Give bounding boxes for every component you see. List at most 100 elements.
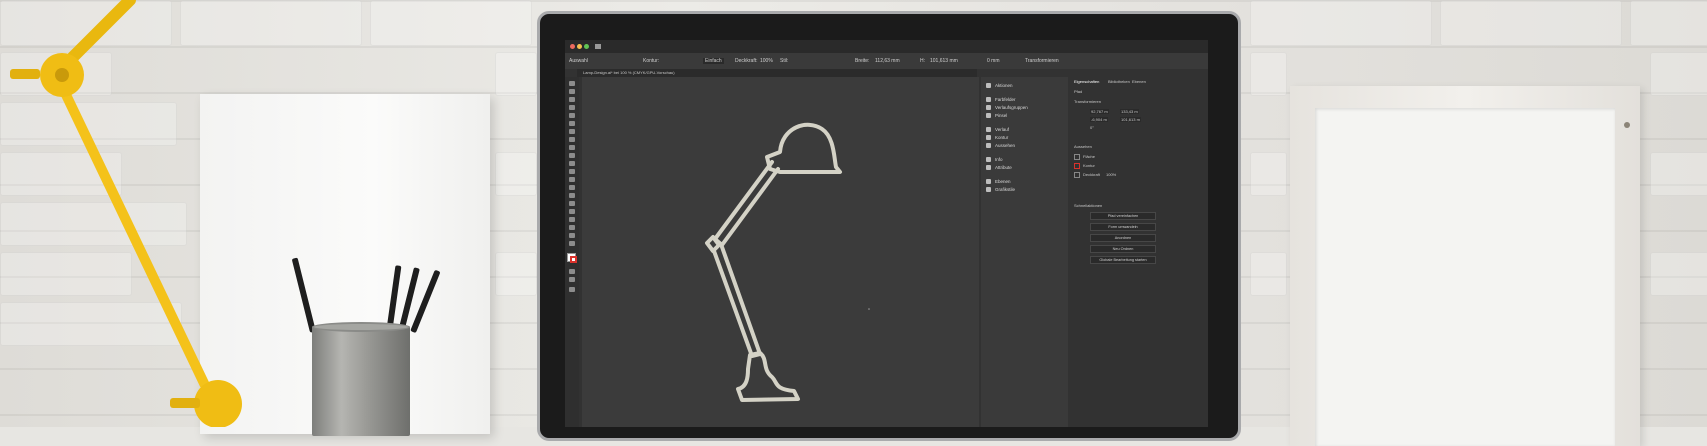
control-height-label: H: bbox=[920, 58, 925, 64]
height-field[interactable]: 101,613 m bbox=[1120, 117, 1141, 122]
brick bbox=[1650, 252, 1707, 296]
lamp-lower-arm bbox=[53, 73, 217, 405]
width-input[interactable]: 112,63 mm bbox=[875, 58, 900, 64]
free-transform-tool-icon[interactable] bbox=[569, 161, 575, 166]
direct-selection-tool-icon[interactable] bbox=[569, 89, 575, 94]
control-width-label: Breite: bbox=[855, 58, 870, 64]
panel-item-label: Kontur bbox=[995, 135, 1009, 140]
width-tool-icon[interactable] bbox=[569, 153, 575, 158]
fill-checkbox[interactable] bbox=[1074, 154, 1080, 160]
x-position-input[interactable]: 92,767 m bbox=[1090, 109, 1109, 114]
rotation-input[interactable]: 0° bbox=[1090, 125, 1094, 130]
panel-item-graphic-styles[interactable]: Grafikstile bbox=[986, 187, 1015, 192]
canvas-dot bbox=[868, 308, 870, 310]
rotate-tool-icon[interactable] bbox=[569, 137, 575, 142]
opacity-value[interactable]: 100% bbox=[1106, 172, 1116, 177]
height-input[interactable]: 101,613 mm bbox=[930, 58, 958, 64]
panel-item-label: Grafikstile bbox=[995, 187, 1016, 192]
lamp-joint-knob bbox=[10, 69, 40, 79]
document-tab[interactable]: Lamp-Design.ai* bei 100 % (CMYK/GPU-Vors… bbox=[577, 69, 977, 77]
picture-frame bbox=[1290, 86, 1640, 446]
lamp-joint-screw bbox=[55, 68, 69, 82]
artboard-canvas[interactable] bbox=[582, 77, 979, 427]
convert-shape-button[interactable]: Form umwandeln bbox=[1090, 223, 1156, 231]
panel-item-stroke[interactable]: Kontur bbox=[986, 135, 1008, 140]
selection-tool-icon[interactable] bbox=[569, 81, 575, 86]
home-icon[interactable] bbox=[595, 44, 601, 49]
brick bbox=[370, 0, 532, 46]
width-field[interactable]: 133,43 m bbox=[1120, 109, 1139, 114]
opacity-input[interactable]: 100% bbox=[760, 58, 773, 64]
graph-tool-icon[interactable] bbox=[569, 209, 575, 214]
lamp-lower-arm-outline bbox=[712, 245, 762, 358]
stroke-icon bbox=[986, 135, 991, 140]
eyedropper-tool-icon[interactable] bbox=[569, 185, 575, 190]
gradient-tool-icon[interactable] bbox=[569, 177, 575, 182]
pencil-tool-icon[interactable] bbox=[569, 121, 575, 126]
panel-item-attributes[interactable]: Attribute bbox=[986, 165, 1012, 170]
lamp-drawing[interactable] bbox=[582, 77, 979, 427]
tab-libraries[interactable]: Bibliotheken bbox=[1108, 79, 1130, 84]
panel-item-label: Verlauf bbox=[995, 127, 1010, 132]
corner-radius-input[interactable]: 0 mm bbox=[987, 58, 1000, 64]
tab-layers[interactable]: Ebenen bbox=[1132, 79, 1146, 84]
arrange-button[interactable]: Anordnen bbox=[1090, 234, 1156, 242]
lamp-upper-arm-outline bbox=[713, 160, 780, 247]
y-position-input[interactable]: -6,904 m bbox=[1090, 117, 1108, 122]
stroke-swatch-icon[interactable] bbox=[570, 256, 577, 263]
global-edit-button[interactable]: Globale Bearbeitung starten bbox=[1090, 256, 1156, 264]
yellow-desk-lamp bbox=[10, 0, 242, 427]
slice-tool-icon[interactable] bbox=[569, 225, 575, 230]
illustrator-window: Auswahl Kontur: Einfach Deckkraft: 100% … bbox=[565, 40, 1208, 427]
brick bbox=[1250, 52, 1287, 96]
recolor-button[interactable]: Neu Ordnen bbox=[1090, 245, 1156, 253]
panel-item-gradient-groups[interactable]: Verlaufsgruppen bbox=[986, 105, 1028, 110]
stroke-color-swatch[interactable] bbox=[1074, 163, 1080, 169]
brick bbox=[495, 252, 537, 296]
panel-item-brushes[interactable]: Pinsel bbox=[986, 113, 1007, 118]
panel-item-swatches[interactable]: Farbfelder bbox=[986, 97, 1016, 102]
stroke-profile-select[interactable]: Einfach bbox=[703, 58, 724, 64]
frame-nail bbox=[1624, 122, 1630, 128]
tab-properties[interactable]: Eigenschaften bbox=[1074, 79, 1099, 84]
panel-item-actions[interactable]: Aktionen bbox=[986, 83, 1013, 88]
panel-item-label: Aussehen bbox=[995, 143, 1016, 148]
blend-tool-icon[interactable] bbox=[569, 193, 575, 198]
panel-item-label: Attribute bbox=[995, 165, 1012, 170]
opacity-checkbox[interactable] bbox=[1074, 172, 1080, 178]
hand-tool-icon[interactable] bbox=[569, 233, 575, 238]
opacity-label: Deckkraft bbox=[1083, 172, 1100, 177]
lamp-joint-lower bbox=[194, 380, 242, 427]
artboard-tool-icon[interactable] bbox=[569, 217, 575, 222]
transform-button[interactable]: Transformieren bbox=[1025, 58, 1059, 64]
rectangle-tool-icon[interactable] bbox=[569, 113, 575, 118]
metal-brush-cup-rim bbox=[312, 322, 410, 332]
symbol-sprayer-tool-icon[interactable] bbox=[569, 201, 575, 206]
lamp-base-outline bbox=[736, 351, 800, 402]
close-window-icon[interactable] bbox=[570, 44, 575, 49]
panel-dock: Aktionen Farbfelder Verlaufsgruppen Pins… bbox=[981, 77, 1068, 427]
control-opacity-label: Deckkraft: bbox=[735, 58, 758, 64]
type-tool-icon[interactable] bbox=[569, 129, 575, 134]
panel-item-layers[interactable]: Ebenen bbox=[986, 179, 1011, 184]
section-quick-actions: Schnellaktionen bbox=[1074, 203, 1103, 208]
simplify-path-button[interactable]: Pfad vereinfachen bbox=[1090, 212, 1156, 220]
more-tools-icon[interactable] bbox=[569, 287, 575, 292]
panel-item-appearance[interactable]: Aussehen bbox=[986, 143, 1015, 148]
swatches-icon bbox=[986, 97, 991, 102]
gradient-icon bbox=[986, 127, 991, 132]
minimize-window-icon[interactable] bbox=[577, 44, 582, 49]
appearance-icon bbox=[986, 143, 991, 148]
curvature-tool-icon[interactable] bbox=[569, 105, 575, 110]
zoom-tool-icon[interactable] bbox=[569, 241, 575, 246]
maximize-window-icon[interactable] bbox=[584, 44, 589, 49]
app-title-bar bbox=[565, 40, 1208, 53]
panel-item-gradient[interactable]: Verlauf bbox=[986, 127, 1009, 132]
shape-builder-tool-icon[interactable] bbox=[569, 169, 575, 174]
panel-item-info[interactable]: Info bbox=[986, 157, 1003, 162]
panel-item-label: Info bbox=[995, 157, 1003, 162]
scale-tool-icon[interactable] bbox=[569, 145, 575, 150]
pen-tool-icon[interactable] bbox=[569, 97, 575, 102]
draw-mode-icon[interactable] bbox=[569, 269, 575, 274]
screen-mode-icon[interactable] bbox=[569, 277, 575, 282]
